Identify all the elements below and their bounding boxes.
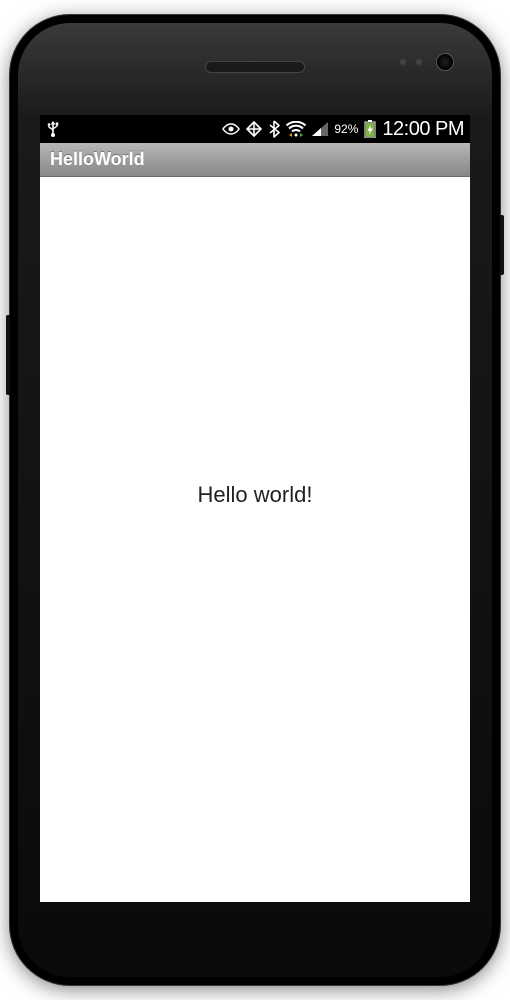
sensor-dot xyxy=(400,59,406,65)
power-button xyxy=(500,215,504,275)
gps-icon xyxy=(246,121,262,137)
sensor-dot xyxy=(416,59,422,65)
content-area: Hello world! xyxy=(40,177,470,902)
wifi-icon xyxy=(286,121,306,137)
phone-frame: 92% 12:00 PM HelloWorld Hel xyxy=(10,15,500,985)
app-title: HelloWorld xyxy=(50,149,145,170)
status-bar[interactable]: 92% 12:00 PM xyxy=(40,115,470,143)
usb-icon xyxy=(46,121,60,137)
speaker-grille xyxy=(205,61,305,73)
battery-percent: 92% xyxy=(334,122,358,136)
bluetooth-icon xyxy=(268,120,280,138)
signal-icon xyxy=(312,122,328,136)
volume-rocker xyxy=(6,315,10,395)
battery-icon xyxy=(364,120,376,138)
phone-inner: 92% 12:00 PM HelloWorld Hel xyxy=(18,23,492,977)
hello-world-text: Hello world! xyxy=(198,482,313,508)
sensor-cluster xyxy=(400,59,422,65)
status-right: 92% 12:00 PM xyxy=(222,118,464,141)
status-left xyxy=(46,121,60,137)
device-screen: 92% 12:00 PM HelloWorld Hel xyxy=(40,115,470,902)
status-time: 12:00 PM xyxy=(382,118,464,141)
action-bar: HelloWorld xyxy=(40,143,470,177)
eye-icon xyxy=(222,122,240,136)
front-camera xyxy=(436,53,454,71)
